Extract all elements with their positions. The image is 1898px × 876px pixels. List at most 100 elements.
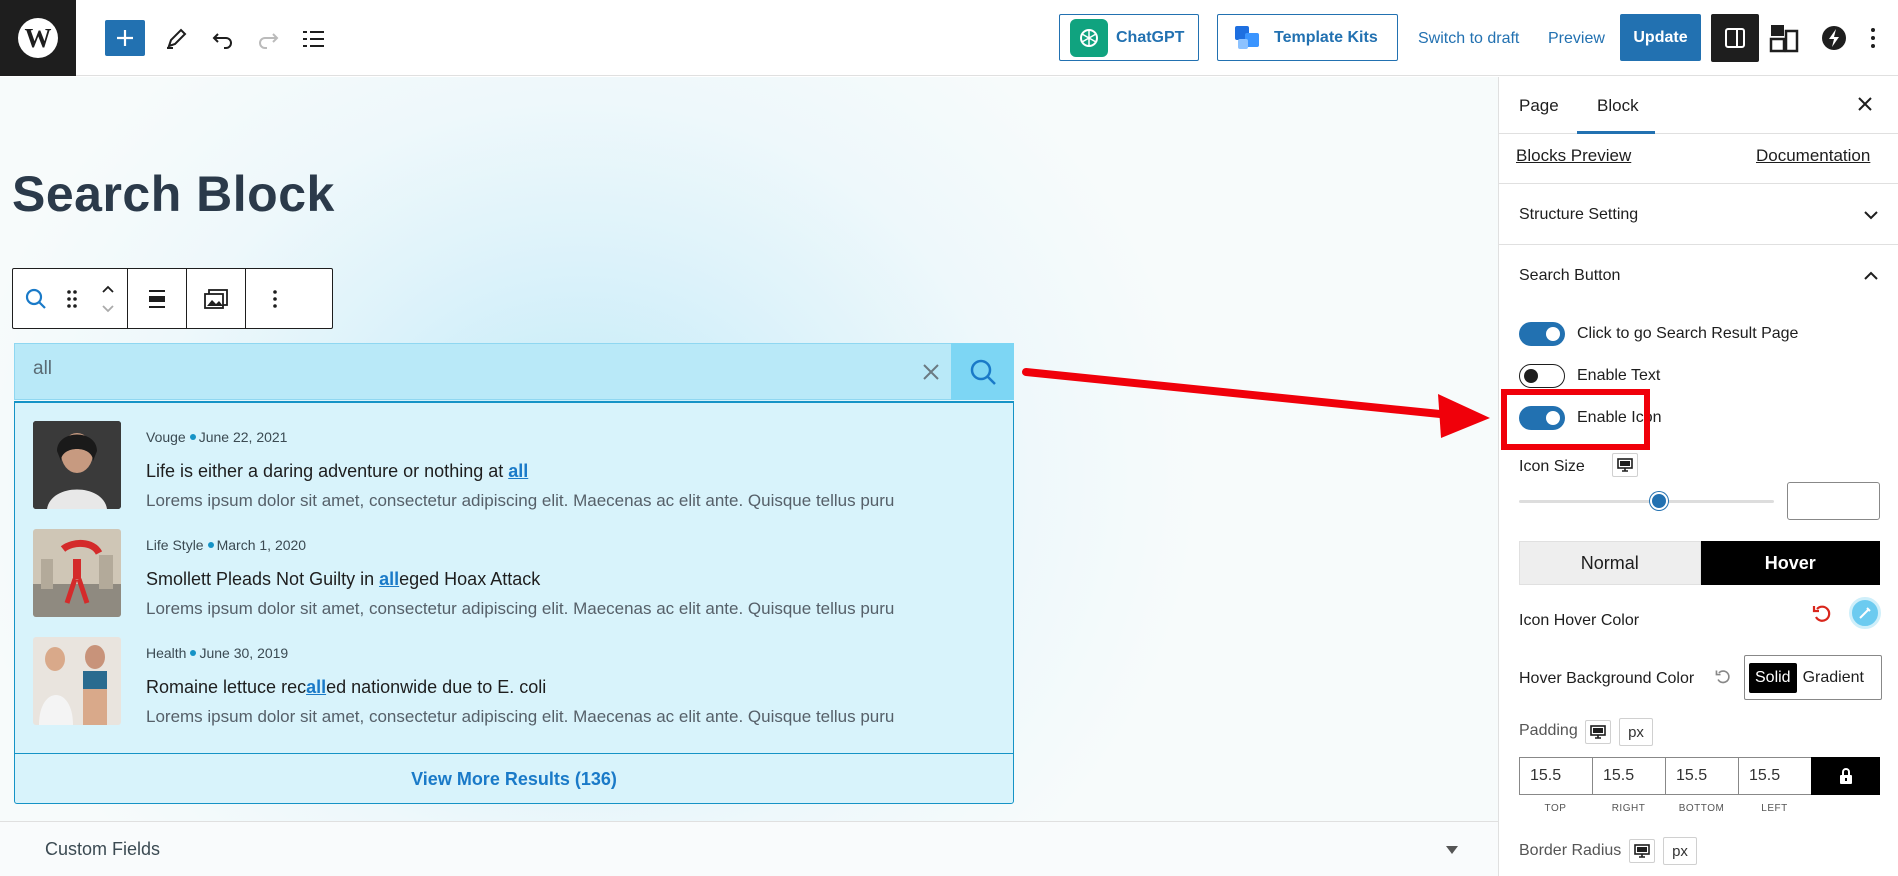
template-kits-button[interactable]: Template Kits xyxy=(1217,14,1398,61)
reset-icon[interactable] xyxy=(1714,668,1732,686)
gradient-option[interactable]: Gradient xyxy=(1803,669,1864,687)
tab-normal[interactable]: Normal xyxy=(1519,541,1701,585)
toggle-label: Enable Text xyxy=(1577,367,1661,384)
icon-size-slider-track[interactable] xyxy=(1519,500,1774,503)
result-meta: Health June 30, 2019 xyxy=(146,645,288,661)
chatgpt-label: ChatGPT xyxy=(1116,28,1185,46)
custom-fields-panel[interactable]: Custom Fields xyxy=(0,821,1498,876)
link-values-button[interactable] xyxy=(1811,757,1880,795)
clear-search-button[interactable] xyxy=(917,358,945,386)
result-date: June 30, 2019 xyxy=(199,645,289,661)
padding-left-input[interactable]: 15.5 xyxy=(1738,757,1811,795)
meta-dot xyxy=(190,650,197,657)
result-date: June 22, 2021 xyxy=(198,429,288,445)
undo-icon xyxy=(212,33,232,49)
switch-to-draft-link[interactable]: Switch to draft xyxy=(1418,30,1519,48)
pencil-icon xyxy=(167,28,187,49)
view-more-results-button[interactable]: View More Results (136) xyxy=(15,753,1013,804)
template-kits-icon xyxy=(1228,19,1266,57)
padding-label: Padding xyxy=(1519,722,1578,739)
block-options-button[interactable] xyxy=(260,279,290,319)
undo-button[interactable] xyxy=(210,26,236,52)
blocks-icon xyxy=(1769,25,1799,53)
search-icon xyxy=(970,359,996,385)
plugin-button[interactable] xyxy=(1810,14,1858,62)
padding-caption-top: TOP xyxy=(1544,803,1567,814)
search-result-item[interactable]: Vouge June 22, 2021 Life is either a dari… xyxy=(33,421,993,511)
result-excerpt: Lorems ipsum dolor sit amet, consectetur… xyxy=(146,707,895,726)
blocks-preview-link[interactable]: Blocks Preview xyxy=(1516,146,1631,166)
preview-link[interactable]: Preview xyxy=(1548,30,1605,48)
desktop-icon xyxy=(1590,725,1606,739)
padding-caption-bottom: BOTTOM xyxy=(1678,803,1725,814)
device-selector[interactable] xyxy=(1629,839,1655,863)
solid-option[interactable]: Solid xyxy=(1749,662,1797,693)
block-toolbar-group-main xyxy=(13,269,128,328)
padding-bottom-input[interactable]: 15.5 xyxy=(1665,757,1738,795)
block-toolbar-group-align xyxy=(128,269,187,328)
settings-sidebar: Page Block Blocks Preview Documentation … xyxy=(1498,77,1898,876)
search-input[interactable]: all xyxy=(33,358,52,380)
redo-button[interactable] xyxy=(255,26,281,52)
document-overview-button[interactable] xyxy=(300,26,326,52)
search-submit-button[interactable] xyxy=(951,343,1014,400)
result-thumbnail xyxy=(33,529,121,617)
device-selector[interactable] xyxy=(1612,453,1638,477)
result-meta: Vouge June 22, 2021 xyxy=(146,429,287,445)
options-menu-button[interactable] xyxy=(1858,14,1888,62)
tab-page[interactable]: Page xyxy=(1519,96,1559,116)
title-highlight: all xyxy=(306,677,327,697)
redo-icon xyxy=(259,33,279,49)
icon-size-input[interactable] xyxy=(1787,482,1880,520)
update-button[interactable]: Update xyxy=(1620,14,1701,61)
search-button-panel[interactable]: Search Button xyxy=(1499,245,1898,306)
settings-sidebar-toggle[interactable] xyxy=(1711,14,1759,62)
toggle-click-search-result[interactable]: Click to go Search Result Page xyxy=(1519,321,1798,347)
chevron-down-icon xyxy=(1864,211,1878,220)
search-result-item[interactable]: Health June 30, 2019 Romaine lettuce reca… xyxy=(33,637,993,727)
move-up-down-button[interactable] xyxy=(93,279,123,319)
search-field[interactable]: all xyxy=(14,343,1014,400)
documentation-link[interactable]: Documentation xyxy=(1756,146,1870,166)
tab-hover[interactable]: Hover xyxy=(1700,541,1880,585)
media-button[interactable] xyxy=(201,279,231,319)
result-title[interactable]: Life is either a daring adventure or not… xyxy=(146,461,528,482)
icon-size-slider-thumb[interactable] xyxy=(1650,492,1669,510)
result-title[interactable]: Romaine lettuce recalled nationwide due … xyxy=(146,677,546,698)
toggle-switch[interactable] xyxy=(1519,364,1565,388)
padding-right-input[interactable]: 15.5 xyxy=(1592,757,1665,795)
wordpress-logo-button[interactable]: W xyxy=(0,0,76,76)
structure-setting-panel[interactable]: Structure Setting xyxy=(1499,184,1898,245)
caret-down-icon xyxy=(1446,846,1458,854)
drag-icon xyxy=(67,289,77,308)
editor-canvas: Search Block all Vouge June 22, 2021 Lif… xyxy=(0,77,1498,876)
padding-unit-select[interactable]: px xyxy=(1619,718,1653,746)
search-results-dropdown: Vouge June 22, 2021 Life is either a dari… xyxy=(14,401,1014,804)
custom-fields-label: Custom Fields xyxy=(45,838,161,859)
desktop-icon xyxy=(1634,844,1650,858)
page-title[interactable]: Search Block xyxy=(12,165,335,223)
toggle-enable-text[interactable]: Enable Text xyxy=(1519,363,1660,389)
device-selector[interactable] xyxy=(1585,720,1611,744)
search-block-type-button[interactable] xyxy=(21,279,51,319)
blocks-library-button[interactable] xyxy=(1760,14,1808,62)
drag-handle[interactable] xyxy=(57,279,87,319)
tab-block[interactable]: Block xyxy=(1597,96,1639,116)
toggle-switch[interactable] xyxy=(1519,322,1565,346)
edit-tool-button[interactable] xyxy=(163,26,189,52)
state-tabs: Normal Hover xyxy=(1519,541,1880,585)
border-radius-unit-select[interactable]: px xyxy=(1663,837,1697,865)
icon-hover-color-picker[interactable] xyxy=(1849,597,1881,629)
title-text: eged Hoax Attack xyxy=(399,569,541,589)
reset-icon[interactable] xyxy=(1811,603,1833,625)
padding-inputs: 15.5 15.5 15.5 15.5 xyxy=(1519,757,1880,795)
result-thumbnail xyxy=(33,421,121,509)
plus-icon xyxy=(117,30,133,46)
align-button[interactable] xyxy=(142,279,172,319)
chatgpt-button[interactable]: ChatGPT xyxy=(1059,14,1199,61)
close-sidebar-button[interactable] xyxy=(1854,93,1876,115)
result-title[interactable]: Smollett Pleads Not Guilty in alleged Ho… xyxy=(146,569,540,590)
search-result-item[interactable]: Life Style March 1, 2020 Smollett Pleads … xyxy=(33,529,993,619)
add-block-button[interactable] xyxy=(105,20,145,56)
padding-top-input[interactable]: 15.5 xyxy=(1519,757,1592,795)
